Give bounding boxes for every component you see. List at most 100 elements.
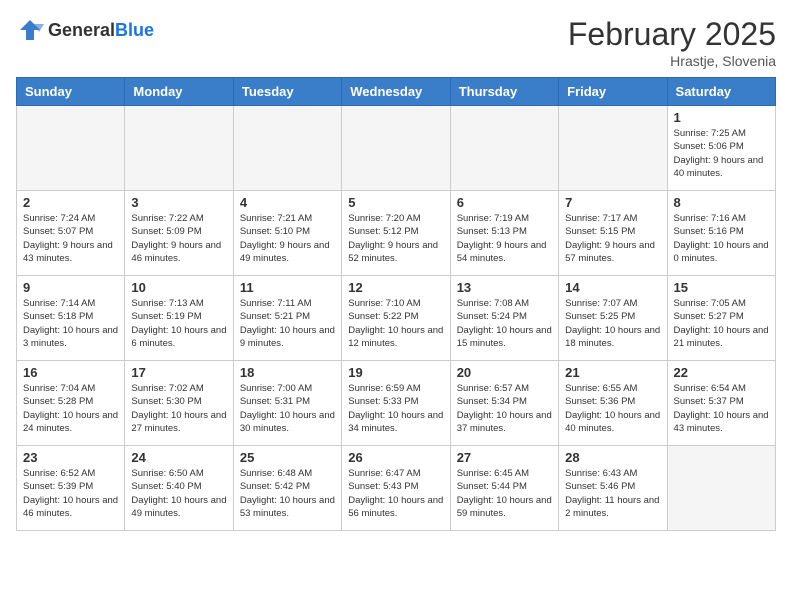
- calendar-cell: 7 Sunrise: 7:17 AM Sunset: 5:15 PM Daylig…: [559, 191, 667, 276]
- day-number: 3: [131, 195, 226, 210]
- calendar-cell: 13Sunrise: 7:08 AM Sunset: 5:24 PM Dayli…: [450, 276, 558, 361]
- day-info: Sunrise: 7:21 AM Sunset: 5:10 PM Dayligh…: [240, 212, 335, 265]
- day-number: 26: [348, 450, 443, 465]
- day-info: Sunrise: 7:19 AM Sunset: 5:13 PM Dayligh…: [457, 212, 552, 265]
- calendar-cell: 17 Sunrise: 7:02 AM Sunset: 5:30 PM Dayli…: [125, 361, 233, 446]
- calendar-cell: [559, 106, 667, 191]
- day-number: 14: [565, 280, 660, 295]
- calendar-cell: [233, 106, 341, 191]
- day-info: Sunrise: 6:48 AM Sunset: 5:42 PM Dayligh…: [240, 467, 335, 520]
- calendar: SundayMondayTuesdayWednesdayThursdayFrid…: [16, 77, 776, 531]
- day-info: Sunrise: 7:22 AM Sunset: 5:09 PM Dayligh…: [131, 212, 226, 265]
- day-number: 18: [240, 365, 335, 380]
- day-info: Sunrise: 7:11 AM Sunset: 5:21 PM Dayligh…: [240, 297, 335, 350]
- calendar-cell: 12 Sunrise: 7:10 AM Sunset: 5:22 PM Dayli…: [342, 276, 450, 361]
- day-number: 8: [674, 195, 769, 210]
- day-info: Sunrise: 7:02 AM Sunset: 5:30 PM Dayligh…: [131, 382, 226, 435]
- week-row: 1 Sunrise: 7:25 AM Sunset: 5:06 PM Daylig…: [17, 106, 776, 191]
- day-info: Sunrise: 6:57 AM Sunset: 5:34 PM Dayligh…: [457, 382, 552, 435]
- calendar-cell: 15Sunrise: 7:05 AM Sunset: 5:27 PM Dayli…: [667, 276, 775, 361]
- day-number: 12: [348, 280, 443, 295]
- weekday-header: Wednesday: [342, 78, 450, 106]
- day-number: 17: [131, 365, 226, 380]
- day-number: 21: [565, 365, 660, 380]
- calendar-cell: 27 Sunrise: 6:45 AM Sunset: 5:44 PM Dayli…: [450, 446, 558, 531]
- calendar-cell: 11 Sunrise: 7:11 AM Sunset: 5:21 PM Dayli…: [233, 276, 341, 361]
- calendar-cell: [667, 446, 775, 531]
- day-info: Sunrise: 7:13 AM Sunset: 5:19 PM Dayligh…: [131, 297, 226, 350]
- month-year: February 2025: [568, 16, 776, 53]
- day-number: 10: [131, 280, 226, 295]
- calendar-cell: [342, 106, 450, 191]
- calendar-cell: 14 Sunrise: 7:07 AM Sunset: 5:25 PM Dayli…: [559, 276, 667, 361]
- calendar-cell: 21Sunrise: 6:55 AM Sunset: 5:36 PM Dayli…: [559, 361, 667, 446]
- day-number: 5: [348, 195, 443, 210]
- week-row: 16 Sunrise: 7:04 AM Sunset: 5:28 PM Dayli…: [17, 361, 776, 446]
- calendar-cell: 9 Sunrise: 7:14 AM Sunset: 5:18 PM Daylig…: [17, 276, 125, 361]
- logo-general: General: [48, 20, 115, 40]
- logo: GeneralBlue: [16, 16, 154, 44]
- week-row: 9 Sunrise: 7:14 AM Sunset: 5:18 PM Daylig…: [17, 276, 776, 361]
- day-number: 1: [674, 110, 769, 125]
- day-info: Sunrise: 6:52 AM Sunset: 5:39 PM Dayligh…: [23, 467, 118, 520]
- day-number: 25: [240, 450, 335, 465]
- calendar-cell: [450, 106, 558, 191]
- day-number: 27: [457, 450, 552, 465]
- day-info: Sunrise: 7:05 AM Sunset: 5:27 PM Dayligh…: [674, 297, 769, 350]
- calendar-cell: 5 Sunrise: 7:20 AM Sunset: 5:12 PM Daylig…: [342, 191, 450, 276]
- day-info: Sunrise: 7:04 AM Sunset: 5:28 PM Dayligh…: [23, 382, 118, 435]
- calendar-cell: 8 Sunrise: 7:16 AM Sunset: 5:16 PM Daylig…: [667, 191, 775, 276]
- calendar-cell: 25 Sunrise: 6:48 AM Sunset: 5:42 PM Dayli…: [233, 446, 341, 531]
- calendar-cell: 22 Sunrise: 6:54 AM Sunset: 5:37 PM Dayli…: [667, 361, 775, 446]
- day-number: 16: [23, 365, 118, 380]
- day-info: Sunrise: 7:00 AM Sunset: 5:31 PM Dayligh…: [240, 382, 335, 435]
- weekday-header-row: SundayMondayTuesdayWednesdayThursdayFrid…: [17, 78, 776, 106]
- weekday-header: Tuesday: [233, 78, 341, 106]
- day-info: Sunrise: 7:14 AM Sunset: 5:18 PM Dayligh…: [23, 297, 118, 350]
- day-info: Sunrise: 6:54 AM Sunset: 5:37 PM Dayligh…: [674, 382, 769, 435]
- day-info: Sunrise: 7:10 AM Sunset: 5:22 PM Dayligh…: [348, 297, 443, 350]
- calendar-cell: 1 Sunrise: 7:25 AM Sunset: 5:06 PM Daylig…: [667, 106, 775, 191]
- day-info: Sunrise: 7:16 AM Sunset: 5:16 PM Dayligh…: [674, 212, 769, 265]
- weekday-header: Thursday: [450, 78, 558, 106]
- day-info: Sunrise: 6:47 AM Sunset: 5:43 PM Dayligh…: [348, 467, 443, 520]
- calendar-cell: 4 Sunrise: 7:21 AM Sunset: 5:10 PM Daylig…: [233, 191, 341, 276]
- day-info: Sunrise: 7:07 AM Sunset: 5:25 PM Dayligh…: [565, 297, 660, 350]
- day-number: 7: [565, 195, 660, 210]
- day-info: Sunrise: 7:20 AM Sunset: 5:12 PM Dayligh…: [348, 212, 443, 265]
- week-row: 2 Sunrise: 7:24 AM Sunset: 5:07 PM Daylig…: [17, 191, 776, 276]
- week-row: 23 Sunrise: 6:52 AM Sunset: 5:39 PM Dayli…: [17, 446, 776, 531]
- weekday-header: Monday: [125, 78, 233, 106]
- logo-icon: [16, 16, 44, 44]
- location: Hrastje, Slovenia: [568, 53, 776, 69]
- day-number: 19: [348, 365, 443, 380]
- day-number: 9: [23, 280, 118, 295]
- calendar-cell: 16 Sunrise: 7:04 AM Sunset: 5:28 PM Dayli…: [17, 361, 125, 446]
- calendar-cell: 6 Sunrise: 7:19 AM Sunset: 5:13 PM Daylig…: [450, 191, 558, 276]
- day-number: 6: [457, 195, 552, 210]
- day-number: 20: [457, 365, 552, 380]
- calendar-cell: 19Sunrise: 6:59 AM Sunset: 5:33 PM Dayli…: [342, 361, 450, 446]
- day-info: Sunrise: 7:17 AM Sunset: 5:15 PM Dayligh…: [565, 212, 660, 265]
- day-number: 24: [131, 450, 226, 465]
- day-info: Sunrise: 7:24 AM Sunset: 5:07 PM Dayligh…: [23, 212, 118, 265]
- day-number: 28: [565, 450, 660, 465]
- calendar-cell: 23 Sunrise: 6:52 AM Sunset: 5:39 PM Dayli…: [17, 446, 125, 531]
- logo-blue: Blue: [115, 20, 154, 40]
- day-number: 11: [240, 280, 335, 295]
- title-block: February 2025 Hrastje, Slovenia: [568, 16, 776, 69]
- day-info: Sunrise: 6:45 AM Sunset: 5:44 PM Dayligh…: [457, 467, 552, 520]
- day-number: 22: [674, 365, 769, 380]
- weekday-header: Sunday: [17, 78, 125, 106]
- weekday-header: Friday: [559, 78, 667, 106]
- day-number: 2: [23, 195, 118, 210]
- day-info: Sunrise: 6:43 AM Sunset: 5:46 PM Dayligh…: [565, 467, 660, 520]
- calendar-cell: 18 Sunrise: 7:00 AM Sunset: 5:31 PM Dayli…: [233, 361, 341, 446]
- calendar-cell: 26 Sunrise: 6:47 AM Sunset: 5:43 PM Dayli…: [342, 446, 450, 531]
- day-info: Sunrise: 7:25 AM Sunset: 5:06 PM Dayligh…: [674, 127, 769, 180]
- day-number: 23: [23, 450, 118, 465]
- day-info: Sunrise: 6:50 AM Sunset: 5:40 PM Dayligh…: [131, 467, 226, 520]
- calendar-cell: 24 Sunrise: 6:50 AM Sunset: 5:40 PM Dayli…: [125, 446, 233, 531]
- day-info: Sunrise: 7:08 AM Sunset: 5:24 PM Dayligh…: [457, 297, 552, 350]
- day-number: 4: [240, 195, 335, 210]
